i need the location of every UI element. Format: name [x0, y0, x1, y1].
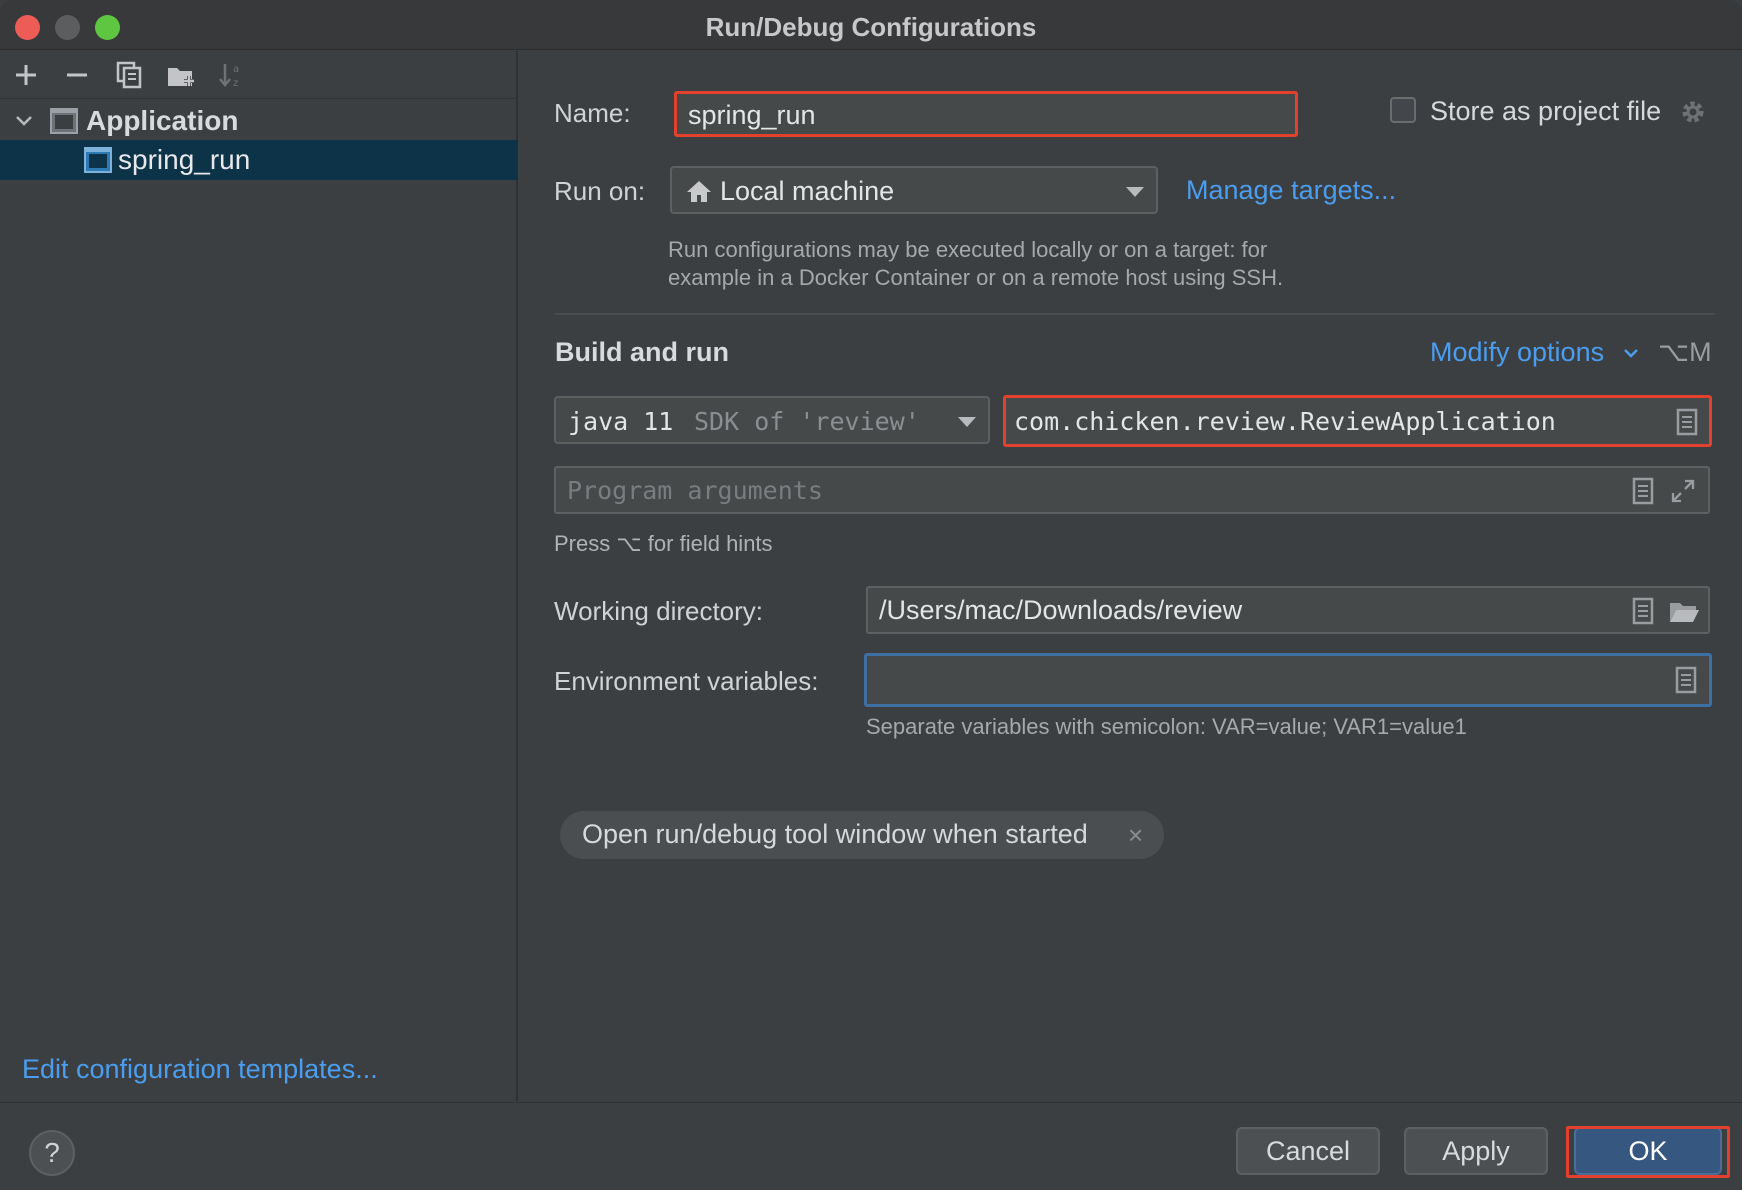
- window-title: Run/Debug Configurations: [705, 12, 1037, 42]
- chevron-down-icon[interactable]: [1622, 346, 1640, 360]
- modify-options-shortcut: ⌥M: [1658, 337, 1712, 367]
- name-value: spring_run: [688, 100, 816, 130]
- sidebar-toolbar: az: [0, 51, 518, 99]
- ok-highlight-frame: [1566, 1126, 1730, 1178]
- run-on-value: Local machine: [720, 176, 895, 206]
- tree-label-application: Application: [86, 105, 239, 136]
- sdk-dropdown[interactable]: java 11 SDK of 'review': [554, 396, 990, 444]
- modify-options-link[interactable]: Modify options: [1430, 337, 1604, 368]
- build-and-run-heading: Build and run: [555, 337, 729, 367]
- field-hints-text: Press ⌥ for field hints: [554, 531, 773, 556]
- sdk-main-value: java 11: [568, 407, 674, 436]
- copy-icon[interactable]: [111, 57, 147, 93]
- run-on-hint-2: example in a Docker Container or on a re…: [668, 265, 1284, 290]
- run-on-label: Run on:: [554, 176, 646, 206]
- program-arguments-placeholder: Program arguments: [567, 476, 823, 505]
- folder-icon[interactable]: [1668, 597, 1700, 625]
- dialog-button-bar: ? Cancel Apply OK: [0, 1102, 1742, 1190]
- main-class-value: com.chicken.review.ReviewApplication: [1014, 407, 1556, 436]
- chevron-down-icon[interactable]: [12, 101, 36, 141]
- document-icon[interactable]: [1630, 477, 1656, 505]
- expand-icon[interactable]: [1670, 477, 1696, 505]
- cancel-button[interactable]: Cancel: [1236, 1127, 1380, 1175]
- help-button[interactable]: ?: [29, 1130, 75, 1176]
- sort-icon[interactable]: az: [214, 57, 250, 93]
- name-label: Name:: [554, 98, 631, 128]
- dropdown-arrow-icon: [958, 417, 976, 427]
- document-icon[interactable]: [1674, 408, 1700, 436]
- remove-icon[interactable]: [59, 57, 95, 93]
- working-directory-value: /Users/mac/Downloads/review: [879, 595, 1243, 625]
- run-on-hint-1: Run configurations may be executed local…: [668, 237, 1268, 262]
- tree-node-application[interactable]: Application: [0, 101, 518, 141]
- title-bar: Run/Debug Configurations: [0, 0, 1742, 50]
- working-directory-input[interactable]: /Users/mac/Downloads/review: [866, 586, 1710, 634]
- environment-variables-hint: Separate variables with semicolon: VAR=v…: [866, 714, 1467, 739]
- svg-text:a: a: [233, 64, 239, 75]
- open-tool-window-option-chip[interactable]: Open run/debug tool window when started …: [560, 811, 1164, 859]
- manage-targets-link[interactable]: Manage targets...: [1186, 175, 1396, 206]
- run-debug-dialog: Run/Debug Configurations az Application: [0, 0, 1742, 1190]
- main-class-input[interactable]: com.chicken.review.ReviewApplication: [1003, 395, 1712, 447]
- tree-node-spring-run[interactable]: spring_run: [0, 140, 518, 180]
- open-tool-window-option-label: Open run/debug tool window when started: [582, 819, 1088, 849]
- environment-variables-label: Environment variables:: [554, 666, 819, 696]
- name-input[interactable]: spring_run: [674, 91, 1298, 137]
- document-icon[interactable]: [1630, 597, 1656, 625]
- sdk-sub-value: SDK of 'review': [694, 407, 920, 436]
- store-project-checkbox[interactable]: [1390, 97, 1416, 123]
- document-icon[interactable]: [1673, 666, 1699, 694]
- program-arguments-input[interactable]: Program arguments: [554, 466, 1710, 514]
- environment-variables-input[interactable]: [864, 653, 1712, 707]
- edit-templates-link[interactable]: Edit configuration templates...: [22, 1054, 378, 1085]
- close-icon[interactable]: ×: [1128, 820, 1143, 851]
- gear-icon[interactable]: [1678, 97, 1708, 127]
- svg-text:z: z: [233, 78, 238, 89]
- home-icon: [687, 181, 711, 202]
- tree-label-spring-run: spring_run: [118, 144, 251, 175]
- working-directory-label: Working directory:: [554, 596, 764, 626]
- application-icon: [50, 108, 78, 134]
- application-config-icon: [84, 147, 112, 173]
- configurations-sidebar: az Application spring_run Edit configura…: [0, 51, 518, 1101]
- add-icon[interactable]: [8, 57, 44, 93]
- apply-button[interactable]: Apply: [1404, 1127, 1548, 1175]
- new-folder-icon[interactable]: [163, 57, 199, 93]
- dropdown-arrow-icon: [1126, 187, 1144, 197]
- store-project-label: Store as project file: [1430, 96, 1662, 126]
- section-divider: [555, 313, 1715, 315]
- run-on-dropdown[interactable]: Local machine: [670, 166, 1158, 214]
